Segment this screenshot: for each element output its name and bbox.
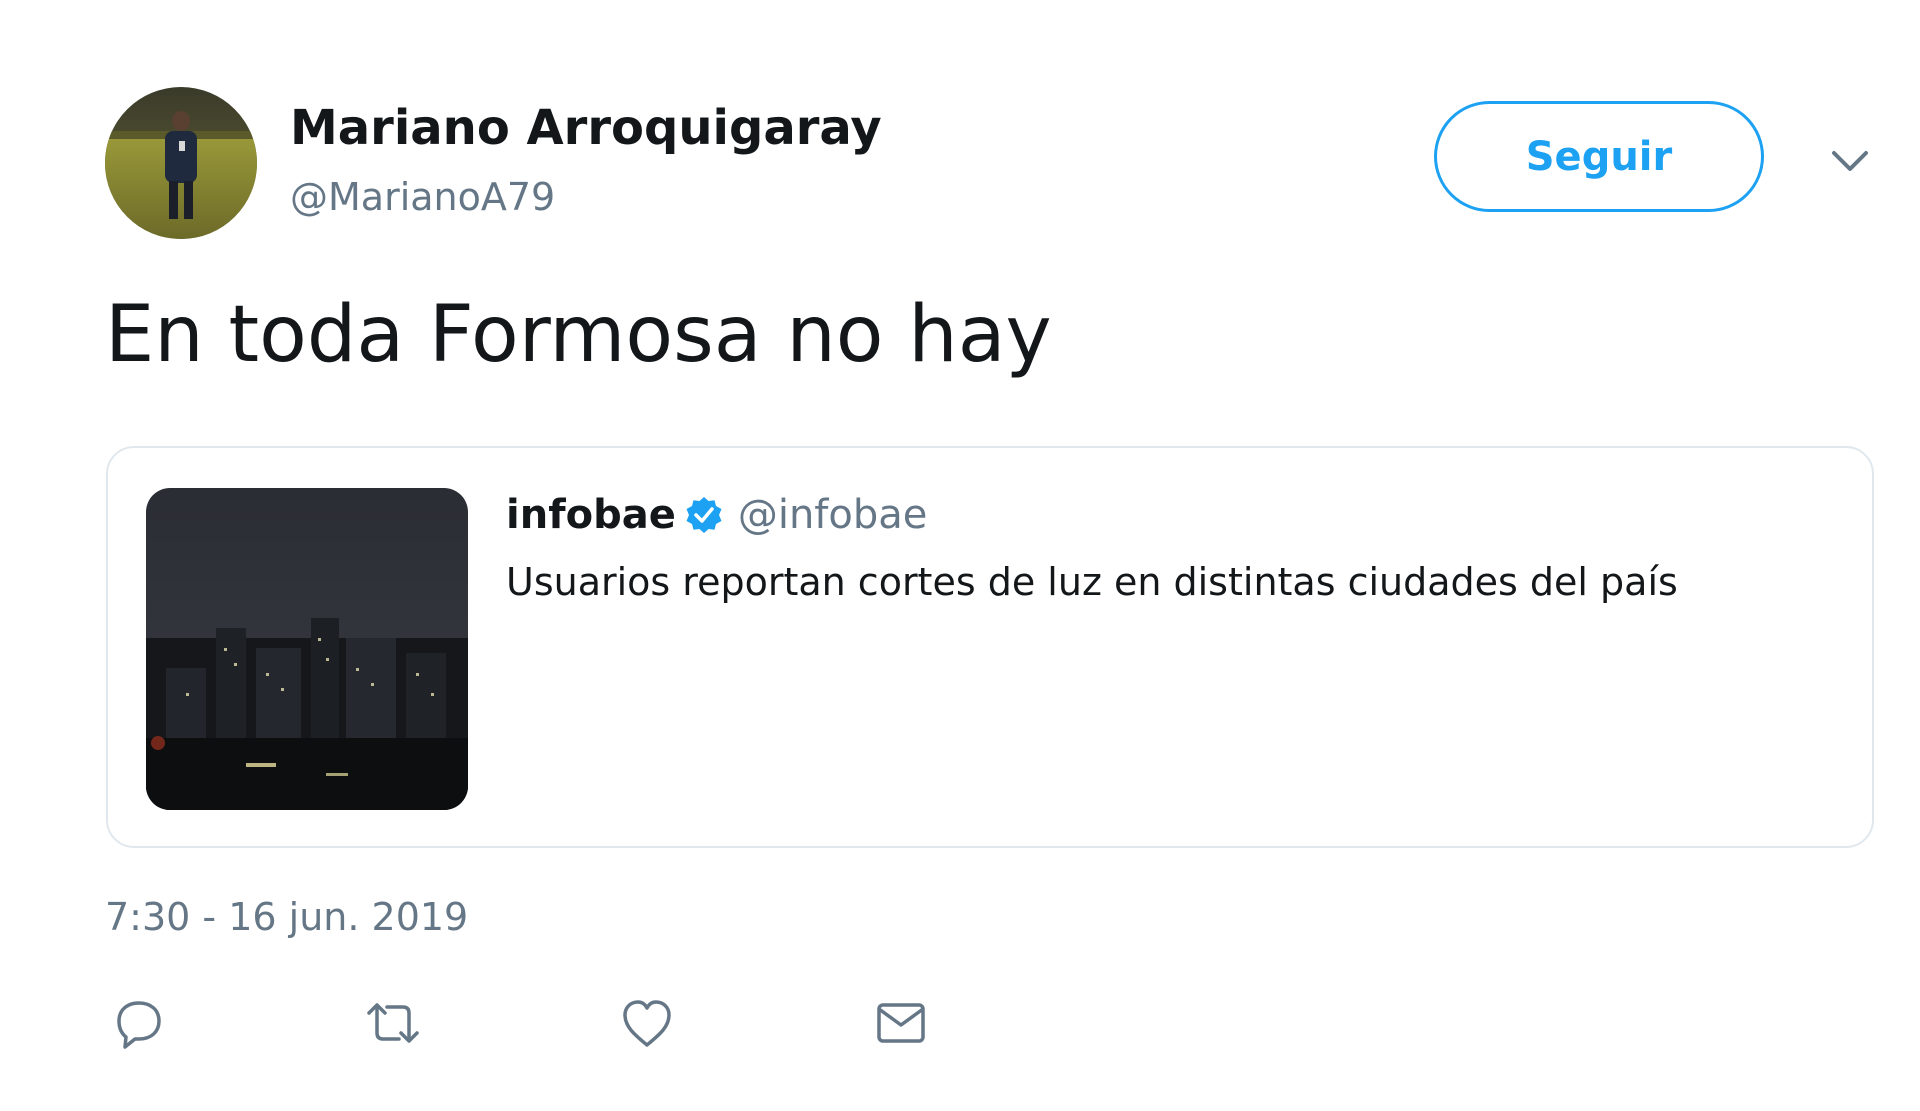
quoted-tweet-text: Usuarios reportan cortes de luz en disti…	[506, 560, 1678, 604]
quoted-author-handle[interactable]: @infobae	[738, 492, 928, 538]
reply-icon[interactable]	[109, 993, 169, 1053]
tweet: Mariano Arroquigaray @MarianoA79 Seguir …	[0, 0, 1920, 1111]
quoted-tweet-image[interactable]	[146, 488, 468, 810]
retweet-icon[interactable]	[363, 993, 423, 1053]
direct-message-icon[interactable]	[871, 993, 931, 1053]
quoted-tweet-header: infobae @infobae	[506, 492, 927, 538]
author-handle[interactable]: @MarianoA79	[290, 175, 555, 219]
avatar[interactable]	[105, 87, 257, 239]
author-name[interactable]: Mariano Arroquigaray	[290, 100, 882, 156]
chevron-down-icon[interactable]	[1828, 145, 1872, 177]
tweet-text: En toda Formosa no hay	[105, 290, 1052, 380]
quoted-author-name[interactable]: infobae	[506, 492, 676, 538]
follow-button-label: Seguir	[1525, 133, 1673, 180]
follow-button[interactable]: Seguir	[1434, 101, 1764, 212]
verified-badge-icon	[686, 497, 722, 533]
like-icon[interactable]	[617, 993, 677, 1053]
quoted-tweet-card[interactable]: infobae @infobae Usuarios reportan corte…	[106, 446, 1874, 848]
tweet-timestamp[interactable]: 7:30 - 16 jun. 2019	[105, 895, 468, 939]
